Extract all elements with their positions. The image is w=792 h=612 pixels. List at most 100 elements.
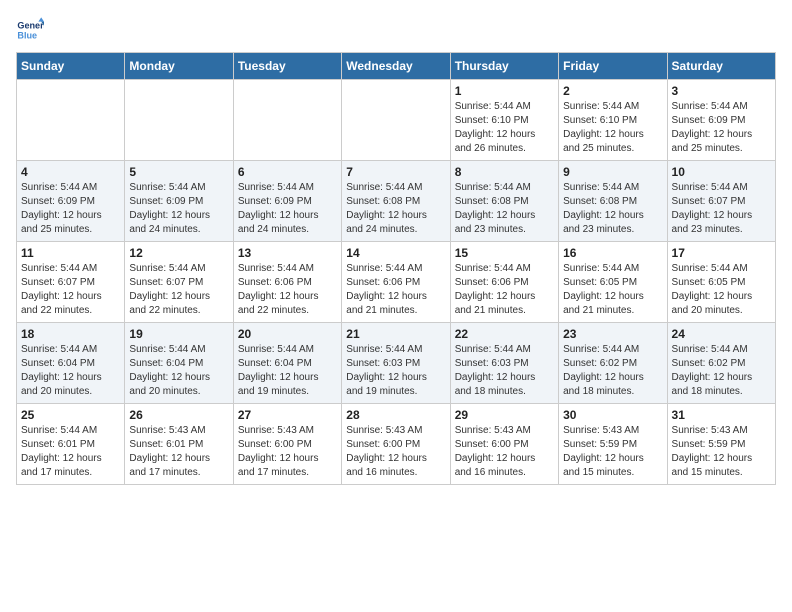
calendar-cell: 16 Sunrise: 5:44 AM Sunset: 6:05 PM Dayli… [559, 242, 667, 323]
calendar-cell: 27Sunrise: 5:43 AM Sunset: 6:00 PM Dayli… [233, 404, 341, 485]
day-info: Sunrise: 5:44 AM Sunset: 6:10 PM Dayligh… [563, 100, 662, 156]
calendar-cell: 12 Sunrise: 5:44 AM Sunset: 6:07 PM Dayli… [125, 242, 233, 323]
day-info: Sunrise: 5:44 AM Sunset: 6:01 PM Dayligh… [21, 424, 120, 480]
calendar-cell: 28Sunrise: 5:43 AM Sunset: 6:00 PM Dayli… [342, 404, 450, 485]
calendar-week-3: 11 Sunrise: 5:44 AM Sunset: 6:07 PM Dayli… [17, 242, 776, 323]
calendar-table: SundayMondayTuesdayWednesdayThursdayFrid… [16, 52, 776, 485]
day-number: 14 [346, 246, 445, 260]
day-number: 6 [238, 165, 337, 179]
calendar-cell: 15Sunrise: 5:44 AM Sunset: 6:06 PM Dayli… [450, 242, 558, 323]
day-header-friday: Friday [559, 53, 667, 80]
day-header-thursday: Thursday [450, 53, 558, 80]
calendar-cell: 24 Sunrise: 5:44 AM Sunset: 6:02 PM Dayli… [667, 323, 775, 404]
day-number: 22 [455, 327, 554, 341]
day-number: 11 [21, 246, 120, 260]
day-info: Sunrise: 5:43 AM Sunset: 6:00 PM Dayligh… [455, 424, 554, 480]
day-header-monday: Monday [125, 53, 233, 80]
day-number: 15 [455, 246, 554, 260]
calendar-week-5: 25 Sunrise: 5:44 AM Sunset: 6:01 PM Dayli… [17, 404, 776, 485]
calendar-cell: 17Sunrise: 5:44 AM Sunset: 6:05 PM Dayli… [667, 242, 775, 323]
day-number: 31 [672, 408, 771, 422]
day-info: Sunrise: 5:44 AM Sunset: 6:05 PM Dayligh… [563, 262, 662, 318]
calendar-cell: 30 Sunrise: 5:43 AM Sunset: 5:59 PM Dayli… [559, 404, 667, 485]
calendar-cell [125, 80, 233, 161]
day-number: 16 [563, 246, 662, 260]
calendar-cell: 7 Sunrise: 5:44 AM Sunset: 6:08 PM Daylig… [342, 161, 450, 242]
calendar-cell: 18 Sunrise: 5:44 AM Sunset: 6:04 PM Dayli… [17, 323, 125, 404]
day-header-wednesday: Wednesday [342, 53, 450, 80]
day-number: 1 [455, 84, 554, 98]
day-header-tuesday: Tuesday [233, 53, 341, 80]
day-number: 29 [455, 408, 554, 422]
day-number: 30 [563, 408, 662, 422]
day-info: Sunrise: 5:44 AM Sunset: 6:02 PM Dayligh… [672, 343, 771, 399]
day-info: Sunrise: 5:43 AM Sunset: 6:01 PM Dayligh… [129, 424, 228, 480]
day-info: Sunrise: 5:44 AM Sunset: 6:08 PM Dayligh… [455, 181, 554, 237]
day-info: Sunrise: 5:43 AM Sunset: 5:59 PM Dayligh… [563, 424, 662, 480]
day-info: Sunrise: 5:44 AM Sunset: 6:07 PM Dayligh… [21, 262, 120, 318]
calendar-cell: 13Sunrise: 5:44 AM Sunset: 6:06 PM Dayli… [233, 242, 341, 323]
day-info: Sunrise: 5:44 AM Sunset: 6:09 PM Dayligh… [21, 181, 120, 237]
day-number: 21 [346, 327, 445, 341]
day-number: 3 [672, 84, 771, 98]
day-info: Sunrise: 5:44 AM Sunset: 6:09 PM Dayligh… [129, 181, 228, 237]
day-number: 26 [129, 408, 228, 422]
calendar-week-4: 18 Sunrise: 5:44 AM Sunset: 6:04 PM Dayli… [17, 323, 776, 404]
day-number: 8 [455, 165, 554, 179]
day-number: 24 [672, 327, 771, 341]
day-info: Sunrise: 5:44 AM Sunset: 6:09 PM Dayligh… [672, 100, 771, 156]
day-info: Sunrise: 5:44 AM Sunset: 6:08 PM Dayligh… [563, 181, 662, 237]
calendar-cell: 9 Sunrise: 5:44 AM Sunset: 6:08 PM Daylig… [559, 161, 667, 242]
day-number: 18 [21, 327, 120, 341]
day-info: Sunrise: 5:44 AM Sunset: 6:10 PM Dayligh… [455, 100, 554, 156]
day-info: Sunrise: 5:44 AM Sunset: 6:07 PM Dayligh… [129, 262, 228, 318]
day-number: 10 [672, 165, 771, 179]
calendar-cell: 2 Sunrise: 5:44 AM Sunset: 6:10 PM Daylig… [559, 80, 667, 161]
calendar-cell [17, 80, 125, 161]
day-number: 5 [129, 165, 228, 179]
day-number: 28 [346, 408, 445, 422]
day-number: 23 [563, 327, 662, 341]
day-info: Sunrise: 5:44 AM Sunset: 6:02 PM Dayligh… [563, 343, 662, 399]
calendar-week-2: 4 Sunrise: 5:44 AM Sunset: 6:09 PM Daylig… [17, 161, 776, 242]
day-info: Sunrise: 5:44 AM Sunset: 6:04 PM Dayligh… [129, 343, 228, 399]
day-number: 9 [563, 165, 662, 179]
calendar-header-row: SundayMondayTuesdayWednesdayThursdayFrid… [17, 53, 776, 80]
day-info: Sunrise: 5:44 AM Sunset: 6:07 PM Dayligh… [672, 181, 771, 237]
day-info: Sunrise: 5:44 AM Sunset: 6:08 PM Dayligh… [346, 181, 445, 237]
day-info: Sunrise: 5:44 AM Sunset: 6:03 PM Dayligh… [346, 343, 445, 399]
day-number: 7 [346, 165, 445, 179]
calendar-cell: 20 Sunrise: 5:44 AM Sunset: 6:04 PM Dayli… [233, 323, 341, 404]
day-info: Sunrise: 5:43 AM Sunset: 6:00 PM Dayligh… [238, 424, 337, 480]
day-info: Sunrise: 5:44 AM Sunset: 6:06 PM Dayligh… [346, 262, 445, 318]
calendar-cell: 11 Sunrise: 5:44 AM Sunset: 6:07 PM Dayli… [17, 242, 125, 323]
day-number: 2 [563, 84, 662, 98]
calendar-cell [342, 80, 450, 161]
calendar-cell: 4 Sunrise: 5:44 AM Sunset: 6:09 PM Daylig… [17, 161, 125, 242]
logo: General Blue [16, 16, 44, 44]
day-header-saturday: Saturday [667, 53, 775, 80]
calendar-cell: 21 Sunrise: 5:44 AM Sunset: 6:03 PM Dayli… [342, 323, 450, 404]
day-number: 4 [21, 165, 120, 179]
day-number: 20 [238, 327, 337, 341]
calendar-cell: 14 Sunrise: 5:44 AM Sunset: 6:06 PM Dayli… [342, 242, 450, 323]
day-number: 25 [21, 408, 120, 422]
calendar-cell: 26 Sunrise: 5:43 AM Sunset: 6:01 PM Dayli… [125, 404, 233, 485]
day-info: Sunrise: 5:43 AM Sunset: 5:59 PM Dayligh… [672, 424, 771, 480]
calendar-cell: 23 Sunrise: 5:44 AM Sunset: 6:02 PM Dayli… [559, 323, 667, 404]
day-info: Sunrise: 5:44 AM Sunset: 6:04 PM Dayligh… [238, 343, 337, 399]
day-info: Sunrise: 5:44 AM Sunset: 6:03 PM Dayligh… [455, 343, 554, 399]
day-number: 12 [129, 246, 228, 260]
calendar-cell: 3 Sunrise: 5:44 AM Sunset: 6:09 PM Daylig… [667, 80, 775, 161]
svg-text:Blue: Blue [17, 30, 37, 40]
calendar-cell: 29 Sunrise: 5:43 AM Sunset: 6:00 PM Dayli… [450, 404, 558, 485]
logo-icon: General Blue [16, 16, 44, 44]
day-info: Sunrise: 5:44 AM Sunset: 6:04 PM Dayligh… [21, 343, 120, 399]
day-number: 19 [129, 327, 228, 341]
svg-text:General: General [17, 21, 44, 31]
calendar-cell: 19 Sunrise: 5:44 AM Sunset: 6:04 PM Dayli… [125, 323, 233, 404]
calendar-cell: 8 Sunrise: 5:44 AM Sunset: 6:08 PM Daylig… [450, 161, 558, 242]
day-number: 13 [238, 246, 337, 260]
calendar-cell: 22 Sunrise: 5:44 AM Sunset: 6:03 PM Dayli… [450, 323, 558, 404]
calendar-cell: 6Sunrise: 5:44 AM Sunset: 6:09 PM Daylig… [233, 161, 341, 242]
